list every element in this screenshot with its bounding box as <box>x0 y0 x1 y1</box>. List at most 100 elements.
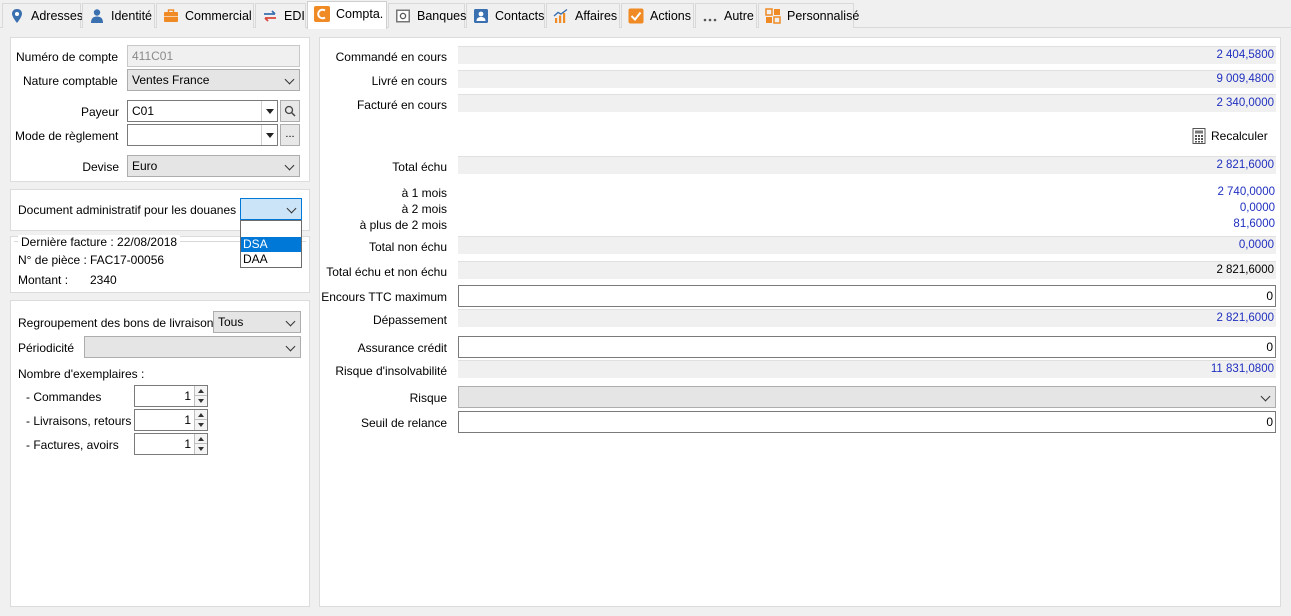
payeur-label: Payeur <box>80 105 119 119</box>
tab-label: Affaires <box>575 9 618 23</box>
encours-ttc-label: Encours TTC maximum <box>321 290 447 304</box>
douane-select[interactable] <box>240 198 302 220</box>
total-echu-label: Total échu <box>392 160 447 174</box>
tab-bar: Adresses Identité Commercial EDI Compta.… <box>0 0 1291 29</box>
regroupement-select[interactable]: Tous <box>213 311 301 333</box>
person-icon <box>89 8 105 24</box>
ellipsis-icon <box>702 8 718 24</box>
tab-label: Contacts <box>495 9 545 23</box>
tab-affaires[interactable]: Affaires <box>546 3 620 28</box>
last-invoice-title: Dernière facture : 22/08/2018 <box>18 235 181 249</box>
tab-personnalise[interactable]: Personnalisé <box>758 3 859 28</box>
numero-compte-label: Numéro de compte <box>16 50 119 64</box>
risque-insolvabilite-value: 11 831,0800 <box>458 360 1276 378</box>
montant-value: 2340 <box>90 273 117 287</box>
mode-reglement-field[interactable] <box>127 124 278 146</box>
piece-label: N° de pièce : <box>18 253 87 267</box>
factures-label: - Factures, avoirs <box>26 438 119 452</box>
tab-label: Autre <box>724 9 754 23</box>
periodicite-label: Périodicité <box>18 341 75 355</box>
facture-en-cours-value: 2 340,0000 <box>458 94 1276 112</box>
tab-label: Adresses <box>31 9 84 23</box>
seuil-relance-field[interactable]: 0 <box>458 411 1276 433</box>
depassement-value: 2 821,6000 <box>458 309 1276 327</box>
risque-select[interactable] <box>458 386 1276 408</box>
payeur-value: C01 <box>132 104 155 118</box>
livraisons-stepper[interactable]: 1 <box>134 409 208 431</box>
commandes-stepper[interactable]: 1 <box>134 385 208 407</box>
mois3-value: 81,6000 <box>1233 218 1275 230</box>
tab-banques[interactable]: Banques <box>388 3 467 28</box>
mois1-label: à 1 mois <box>401 186 447 200</box>
stepper-down-icon[interactable] <box>194 444 207 454</box>
tab-label: Banques <box>417 9 467 23</box>
search-icon <box>284 105 296 117</box>
chart-growth-icon <box>553 8 569 24</box>
regroupement-value: Tous <box>218 315 244 329</box>
montant-label: Montant : <box>18 273 69 287</box>
exchange-arrows-icon <box>262 8 278 24</box>
stepper-down-icon[interactable] <box>194 420 207 430</box>
total-echu-non-echu-label: Total échu et non échu <box>326 265 447 279</box>
total-echu-non-echu-value: 2 821,6000 <box>458 261 1276 279</box>
tab-adresses[interactable]: Adresses <box>2 3 84 28</box>
payeur-dropdown-button[interactable] <box>261 101 277 121</box>
chevron-down-icon <box>285 341 296 352</box>
total-non-echu-value: 0,0000 <box>458 236 1276 254</box>
dropdown-arrow-icon <box>266 109 274 114</box>
livraisons-label: - Livraisons, retours <box>26 414 132 428</box>
assurance-credit-field[interactable]: 0 <box>458 336 1276 358</box>
mois1-value: 2 740,0000 <box>1217 186 1275 198</box>
nombre-exemplaires-label: Nombre d'exemplaires : <box>18 367 145 381</box>
stepper-up-icon[interactable] <box>194 386 207 396</box>
piece-value: FAC17-00056 <box>90 253 165 267</box>
briefcase-icon <box>163 8 179 24</box>
stepper-up-icon[interactable] <box>194 434 207 444</box>
periodicite-select[interactable] <box>84 336 301 358</box>
nature-comptable-label: Nature comptable <box>23 74 118 88</box>
checkbox-check-icon <box>628 8 644 24</box>
tab-label: EDI <box>284 9 305 23</box>
payeur-field[interactable]: C01 <box>127 100 278 122</box>
assurance-credit-label: Assurance crédit <box>357 341 447 355</box>
chevron-down-icon <box>1260 391 1271 402</box>
commandes-label: - Commandes <box>26 390 102 404</box>
nature-comptable-value: Ventes France <box>132 73 210 87</box>
tab-actions[interactable]: Actions <box>621 3 694 28</box>
tab-autre[interactable]: Autre <box>695 3 757 28</box>
recalculer-button[interactable]: Recalculer <box>1192 126 1272 146</box>
tab-label: Compta. <box>336 6 384 21</box>
facture-en-cours-label: Facturé en cours <box>356 98 447 112</box>
douane-option-dsa[interactable]: DSA <box>241 237 301 252</box>
contact-card-icon <box>473 8 489 24</box>
tab-contacts[interactable]: Contacts <box>466 3 545 28</box>
stepper-up-icon[interactable] <box>194 410 207 420</box>
total-echu-value: 2 821,6000 <box>458 156 1276 174</box>
douane-option-daa[interactable]: DAA <box>241 252 301 267</box>
tab-label: Actions <box>650 9 691 23</box>
nature-comptable-select[interactable]: Ventes France <box>127 69 300 91</box>
douane-dropdown-list: DSA DAA <box>240 220 302 268</box>
tab-label: Commercial <box>185 9 252 23</box>
tab-compta[interactable]: Compta. <box>307 1 387 29</box>
factures-value: 1 <box>184 437 191 451</box>
tab-edi[interactable]: EDI <box>255 3 306 28</box>
numero-compte-field: 411C01 <box>127 45 300 67</box>
devise-label: Devise <box>82 160 119 174</box>
commande-en-cours-label: Commandé en cours <box>335 50 447 64</box>
tab-identite[interactable]: Identité <box>82 3 155 28</box>
douane-option-empty[interactable] <box>241 221 301 237</box>
factures-stepper[interactable]: 1 <box>134 433 208 455</box>
mois2-value: 0,0000 <box>1239 202 1275 214</box>
compta-c-icon <box>314 5 330 22</box>
encours-ttc-field[interactable]: 0 <box>458 285 1276 307</box>
livre-en-cours-value: 9 009,4800 <box>458 70 1276 88</box>
mode-reglement-dropdown-button[interactable] <box>261 125 277 145</box>
payeur-search-button[interactable] <box>280 100 300 122</box>
douane-label: Document administratif pour les douanes <box>18 203 237 217</box>
tab-commercial[interactable]: Commercial <box>156 3 254 28</box>
mode-reglement-label: Mode de règlement <box>15 129 119 143</box>
mode-reglement-more-button[interactable]: ... <box>280 124 300 146</box>
stepper-down-icon[interactable] <box>194 396 207 406</box>
devise-select[interactable]: Euro <box>127 155 300 177</box>
